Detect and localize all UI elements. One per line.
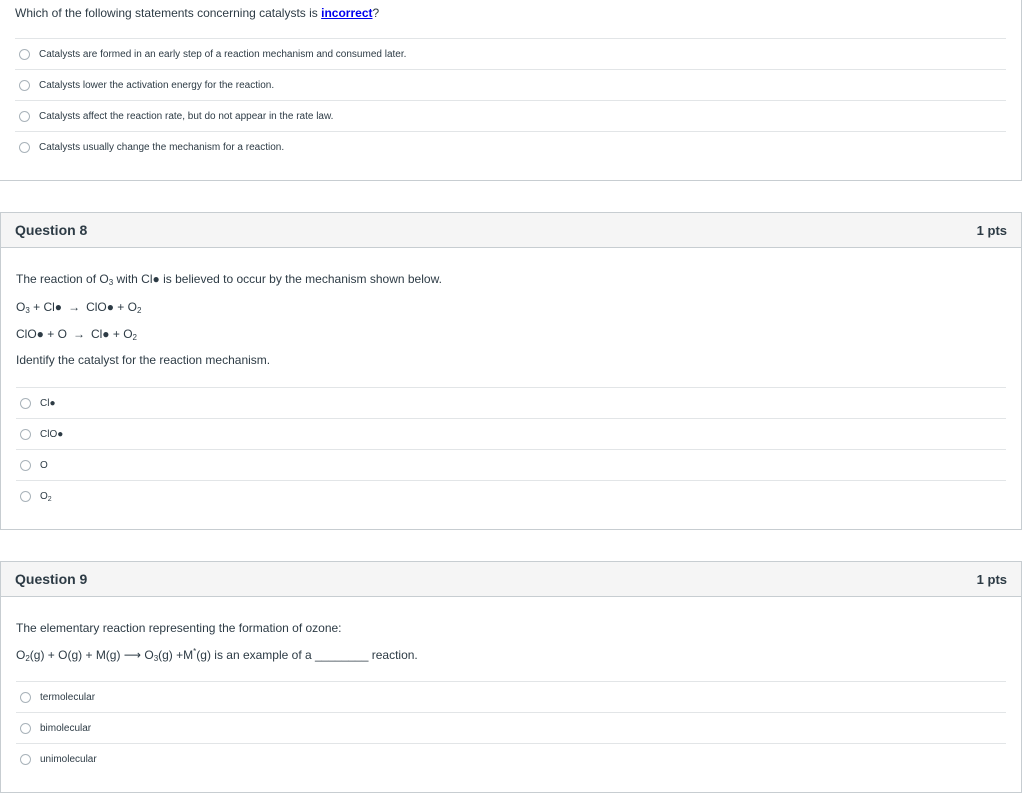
radio-button[interactable] [19,79,30,91]
incorrect-link[interactable]: incorrect [321,6,372,20]
radio-button[interactable] [20,428,31,440]
mechanism-step-1: O3 + Cl● → ClO● + O2 [16,300,142,315]
question-8-intro: The reaction of O3 with Cl● is believed … [16,272,442,287]
question-8-header: Question 8 1 pts [1,213,1021,248]
answer-option[interactable]: Catalysts are formed in an early step of… [15,38,1006,69]
answer-option[interactable]: Catalysts usually change the mechanism f… [15,131,1006,162]
answer-option[interactable]: bimolecular [16,712,1006,743]
question-9-answers: termolecular bimolecular unimolecular [16,681,1006,774]
answer-option[interactable]: Catalysts lower the activation energy fo… [15,69,1006,100]
answer-option[interactable]: termolecular [16,681,1006,712]
question-7-prompt: Which of the following statements concer… [15,6,380,20]
question-points: 1 pts [976,571,1007,587]
reaction-arrow: → [68,300,81,314]
question-points: 1 pts [976,222,1007,238]
question-9-intro: The elementary reaction representing the… [16,621,342,635]
radio-button[interactable] [20,691,31,703]
radio-button[interactable] [19,48,30,60]
question-9-header: Question 9 1 pts [1,562,1021,597]
answer-option[interactable]: O [16,449,1006,480]
answer-option[interactable]: ClO● [16,418,1006,449]
answer-option[interactable]: Catalysts affect the reaction rate, but … [15,100,1006,131]
question-8-card: Question 8 1 pts The reaction of O3 with… [0,212,1022,530]
question-title: Question 8 [15,222,88,238]
reaction-arrow: → [72,327,85,341]
answer-option[interactable]: Cl● [16,387,1006,418]
question-8-ask: Identify the catalyst for the reaction m… [16,353,271,367]
reaction-arrow: ⟶ [123,648,142,662]
answer-option[interactable]: O2 [16,480,1006,511]
radio-button[interactable] [20,459,31,471]
question-8-answers: Cl● ClO● O O2 [16,387,1006,511]
radio-button[interactable] [19,141,30,153]
question-title: Question 9 [15,571,88,587]
radio-button[interactable] [20,397,31,409]
answer-option[interactable]: unimolecular [16,743,1006,774]
question-7-answers: Catalysts are formed in an early step of… [15,38,1006,162]
radio-button[interactable] [20,722,31,734]
mechanism-step-2: ClO● + O → Cl● + O2 [16,327,137,342]
radio-button[interactable] [19,110,30,122]
question-7-card: Which of the following statements concer… [0,0,1022,181]
radio-button[interactable] [20,753,31,765]
question-9-equation: O2(g) + O(g) + M(g) ⟶ O3(g) +M*(g) is an… [16,647,418,663]
question-9-card: Question 9 1 pts The elementary reaction… [0,561,1022,793]
radio-button[interactable] [20,490,31,502]
